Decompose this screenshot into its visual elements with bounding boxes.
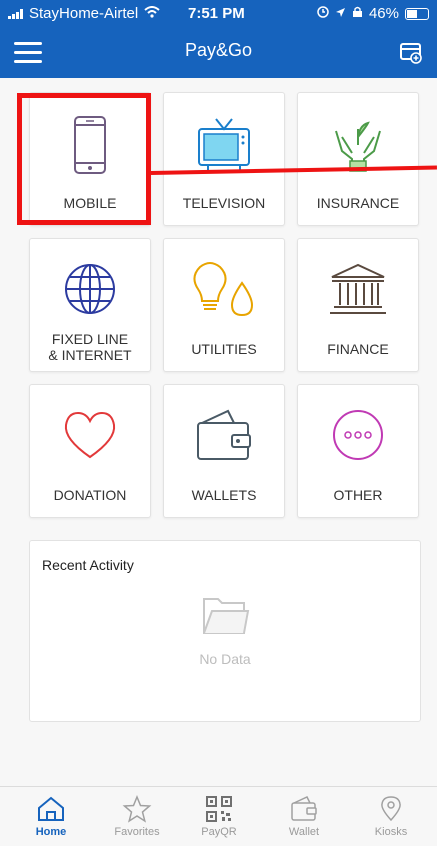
tile-label: INSURANCE bbox=[316, 195, 400, 211]
highlight-box bbox=[17, 93, 151, 225]
carrier-name: StayHome-Airtel bbox=[29, 5, 139, 22]
nav-favorites[interactable]: Favorites bbox=[102, 795, 172, 838]
nav-label: PayQR bbox=[201, 826, 237, 838]
wallet-icon bbox=[291, 796, 317, 821]
tile-label: OTHER bbox=[333, 487, 383, 503]
qr-icon bbox=[206, 796, 232, 822]
nav-label: Favorites bbox=[114, 826, 160, 838]
tile-label: DONATION bbox=[53, 487, 127, 503]
status-time: 7:51 PM bbox=[188, 5, 245, 22]
tile-label: WALLETS bbox=[191, 487, 257, 503]
globe-icon bbox=[65, 264, 115, 314]
heart-icon bbox=[64, 411, 116, 459]
tile-label: FIXED LINE & INTERNET bbox=[30, 331, 150, 363]
nav-home[interactable]: Home bbox=[16, 795, 86, 838]
television-icon bbox=[198, 118, 250, 171]
tile-label: TELEVISION bbox=[182, 195, 266, 211]
tile-label-text: FIXED LINE & INTERNET bbox=[48, 331, 132, 363]
tile-television[interactable]: TELEVISION bbox=[163, 92, 285, 226]
nav-label: Kiosks bbox=[374, 826, 408, 838]
bank-icon bbox=[330, 263, 386, 314]
tile-wallets[interactable]: WALLETS bbox=[163, 384, 285, 518]
tile-insurance[interactable]: INSURANCE bbox=[297, 92, 419, 226]
signal-icon bbox=[8, 8, 23, 19]
bottom-nav: Home Favorites PayQR Wallet Kiosks bbox=[0, 786, 437, 846]
app-title: Pay&Go bbox=[184, 40, 253, 60]
tile-other[interactable]: OTHER bbox=[297, 384, 419, 518]
tile-label: FINANCE bbox=[327, 341, 389, 357]
location-pin-icon bbox=[381, 796, 401, 822]
lock-rotation-icon bbox=[352, 5, 363, 22]
tile-label: UTILITIES bbox=[191, 341, 257, 357]
location-arrow-icon bbox=[335, 5, 346, 22]
tile-utilities[interactable]: UTILITIES bbox=[163, 238, 285, 372]
battery-percent: 46% bbox=[368, 5, 399, 22]
battery-icon bbox=[405, 7, 429, 20]
wallet-icon bbox=[197, 409, 251, 460]
wifi-icon bbox=[144, 5, 160, 22]
alarm-icon bbox=[317, 5, 329, 22]
tile-fixed-line[interactable]: FIXED LINE & INTERNET bbox=[29, 238, 151, 372]
tile-finance[interactable]: FINANCE bbox=[297, 238, 419, 372]
nav-label: Wallet bbox=[288, 826, 320, 838]
status-bar: StayHome-Airtel 7:51 PM 46% bbox=[0, 0, 437, 26]
empty-folder-icon bbox=[203, 598, 250, 634]
add-card-icon[interactable] bbox=[399, 42, 423, 69]
more-icon bbox=[333, 410, 383, 460]
bulb-drop-icon bbox=[193, 262, 254, 317]
nav-label: Home bbox=[35, 826, 67, 838]
nav-payqr[interactable]: PayQR bbox=[184, 795, 254, 838]
app-bar: Pay&Go bbox=[0, 26, 437, 78]
nav-kiosks[interactable]: Kiosks bbox=[356, 795, 426, 838]
nav-wallet[interactable]: Wallet bbox=[269, 795, 339, 838]
recent-activity-card: Recent Activity No Data bbox=[29, 540, 421, 722]
no-data-text: No Data bbox=[199, 651, 251, 667]
tile-donation[interactable]: DONATION bbox=[29, 384, 151, 518]
home-icon bbox=[38, 796, 64, 821]
star-icon bbox=[122, 795, 152, 823]
recent-activity-title: Recent Activity bbox=[42, 557, 134, 573]
